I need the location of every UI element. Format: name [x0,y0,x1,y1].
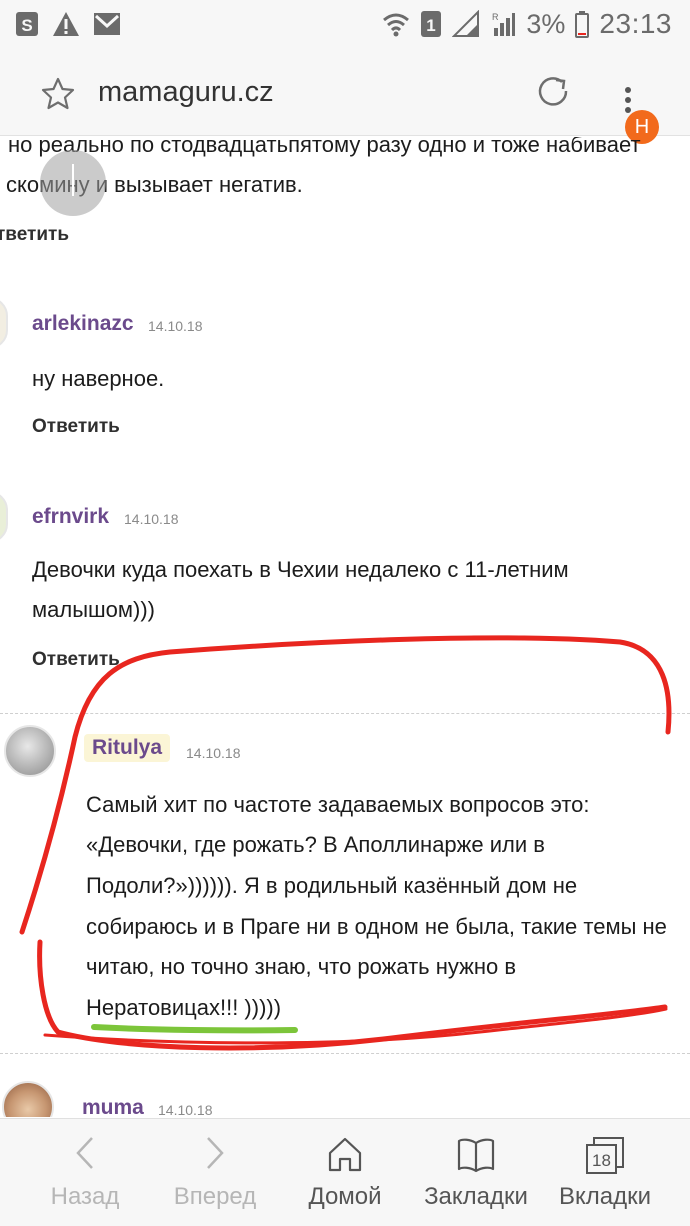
address-bar: mamaguru.cz Н [0,50,690,144]
book-icon [457,1138,495,1173]
back-label: Назад [50,1183,120,1210]
url-field[interactable]: mamaguru.cz [98,76,274,109]
warning-icon [52,10,80,38]
tabs-count: 18 [592,1151,611,1170]
bottom-navigation: Назад Вперед Домой Закладки 18 Вкладки [0,1118,690,1226]
comments-area: но реально по стодвадцатьпятому разу одн… [0,137,690,1117]
chevron-right-icon [207,1137,224,1169]
bookmarks-label: Закладки [424,1183,528,1210]
wifi-icon [382,10,410,38]
home-label: Домой [308,1183,382,1210]
tabs-button[interactable]: 18 Вкладки [550,1119,660,1226]
home-icon [328,1137,362,1172]
tabs-icon: 18 [586,1137,624,1174]
back-button[interactable]: Назад [30,1119,140,1226]
reload-icon[interactable] [534,72,572,115]
sim-slot-number: 1 [427,16,436,35]
forward-label: Вперед [173,1183,257,1210]
svg-text:S: S [21,16,32,35]
status-bar: S 1 R 3% 23:13 [0,0,690,50]
sim-slot-icon: 1 [420,10,442,38]
star-icon[interactable] [40,76,76,117]
forward-button[interactable]: Вперед [160,1119,270,1226]
red-annotation-circle [19,635,672,1051]
battery-icon [575,10,590,38]
tabs-label: Вкладки [558,1183,652,1210]
svg-text:R: R [492,12,499,22]
battery-percent: 3% [526,8,566,39]
chevron-left-icon [76,1137,93,1169]
home-button[interactable]: Домой [290,1119,400,1226]
signal-icon [452,10,480,38]
bookmarks-button[interactable]: Закладки [414,1119,538,1226]
green-underline [91,1024,298,1034]
clock: 23:13 [599,8,672,39]
sim-s-icon: S [14,10,40,38]
mail-icon [92,10,122,38]
signal-icon-2: R [490,10,516,38]
